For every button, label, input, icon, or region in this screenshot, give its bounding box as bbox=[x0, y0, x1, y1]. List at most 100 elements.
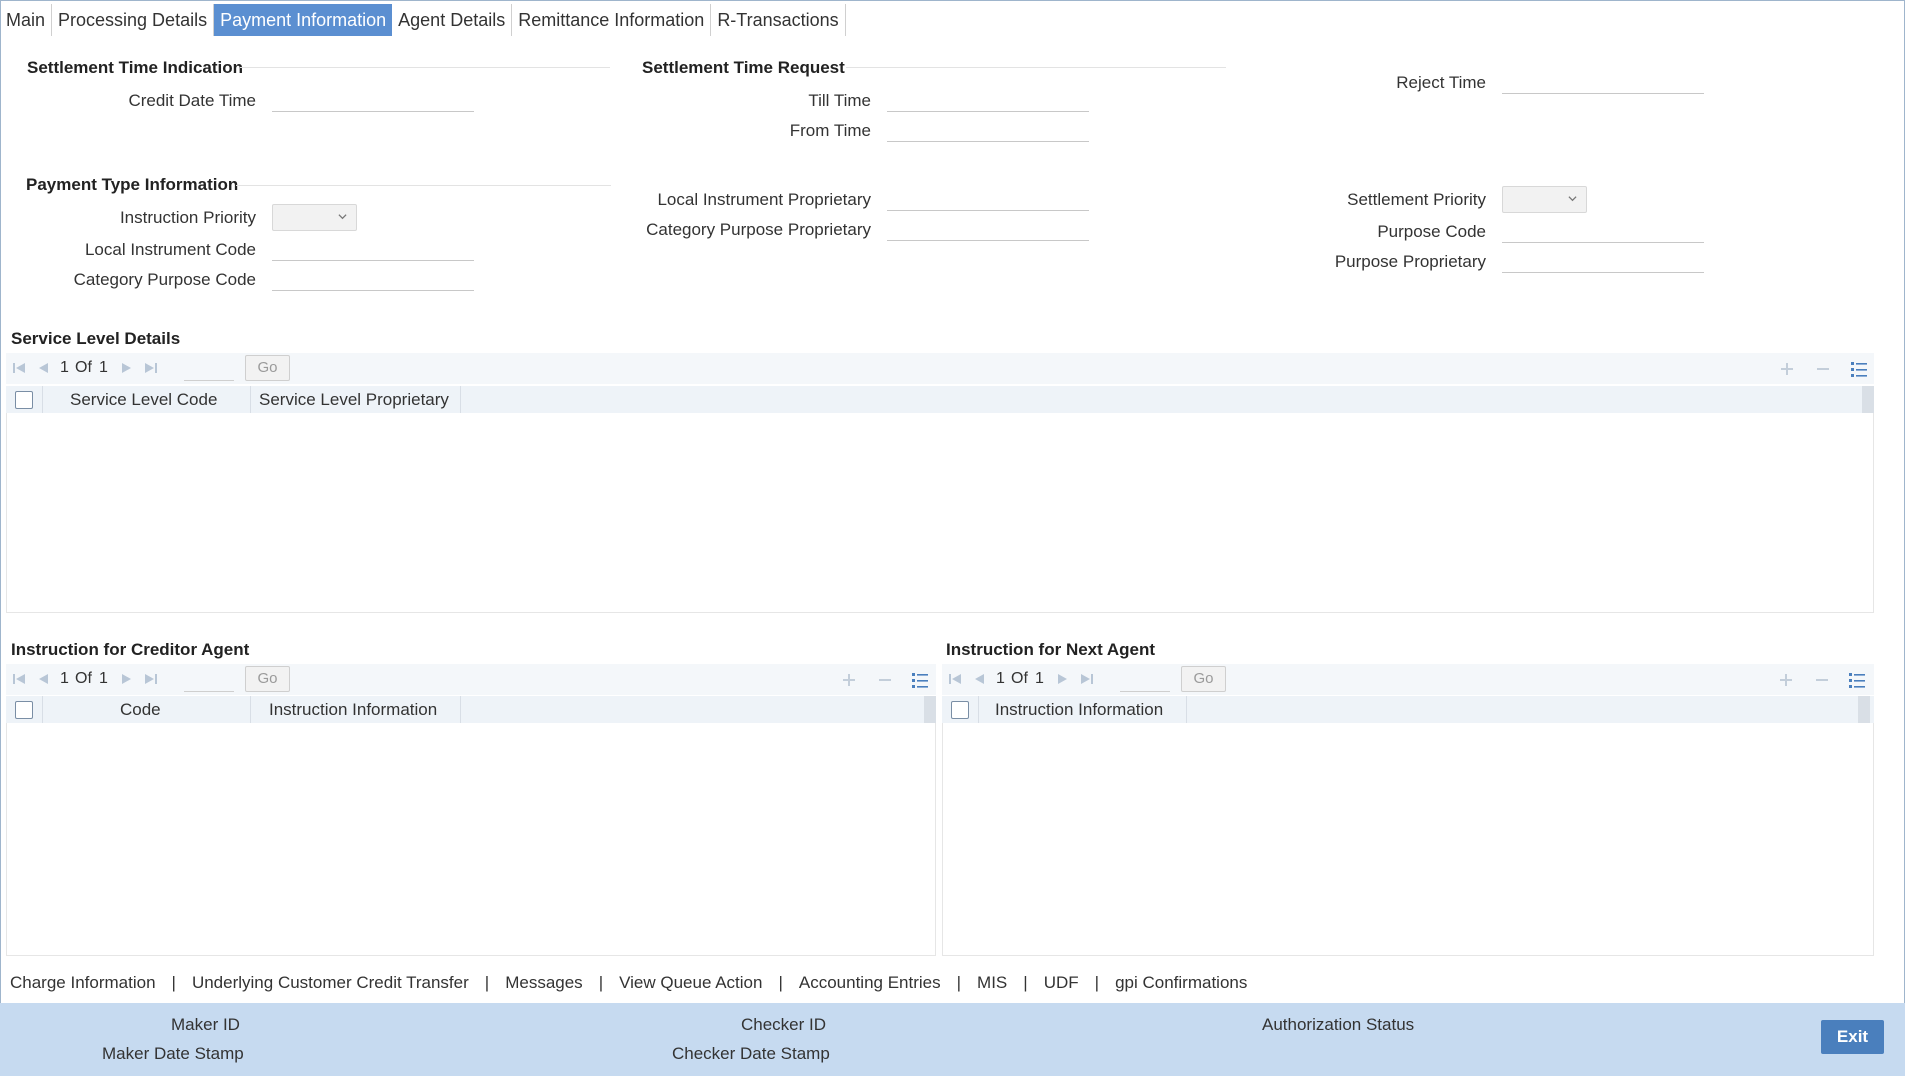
exit-button[interactable]: Exit bbox=[1821, 1020, 1884, 1054]
local-instrument-code-field[interactable] bbox=[272, 237, 474, 261]
link-messages[interactable]: Messages bbox=[505, 973, 582, 993]
category-purpose-code-field[interactable] bbox=[272, 267, 474, 291]
page-of: Of bbox=[1011, 670, 1028, 687]
last-page-icon[interactable] bbox=[1080, 672, 1094, 686]
reject-time-label: Reject Time bbox=[1396, 73, 1486, 92]
reject-time-field[interactable] bbox=[1502, 70, 1704, 94]
section-title-settlement-time-request: Settlement Time Request bbox=[642, 58, 845, 77]
page-number-input[interactable] bbox=[184, 356, 234, 381]
scrollbar[interactable] bbox=[924, 696, 936, 723]
tab-processing-details[interactable]: Processing Details bbox=[52, 4, 215, 36]
link-gpi-confirmations[interactable]: gpi Confirmations bbox=[1115, 973, 1247, 993]
section-divider bbox=[240, 67, 610, 68]
instruction-priority-select[interactable] bbox=[272, 204, 357, 231]
scrollbar[interactable] bbox=[1862, 386, 1874, 413]
checker-id-label: Checker ID bbox=[741, 1015, 827, 1034]
settlement-priority-select[interactable] bbox=[1502, 186, 1587, 213]
link-udf[interactable]: UDF bbox=[1044, 973, 1079, 993]
column-header-instruction-information[interactable]: Instruction Information bbox=[995, 696, 1163, 723]
column-separator bbox=[460, 696, 461, 723]
service-level-grid-header: Service Level Code Service Level Proprie… bbox=[6, 386, 1874, 413]
link-separator: | bbox=[1023, 973, 1028, 992]
link-mis[interactable]: MIS bbox=[977, 973, 1007, 993]
till-time-field[interactable] bbox=[887, 88, 1089, 112]
local-instrument-proprietary-field[interactable] bbox=[887, 187, 1089, 211]
column-header-service-level-code[interactable]: Service Level Code bbox=[70, 386, 217, 413]
maker-id-label: Maker ID bbox=[171, 1015, 240, 1034]
section-divider bbox=[236, 185, 611, 186]
go-button[interactable]: Go bbox=[245, 666, 290, 692]
delete-row-icon[interactable] bbox=[1814, 360, 1832, 378]
select-all-checkbox[interactable] bbox=[15, 391, 33, 409]
delete-row-icon[interactable] bbox=[1813, 671, 1831, 689]
next-agent-grid-header: Instruction Information bbox=[942, 696, 1874, 723]
previous-page-icon[interactable] bbox=[36, 672, 50, 686]
go-button[interactable]: Go bbox=[1181, 666, 1226, 692]
category-purpose-code-label: Category Purpose Code bbox=[73, 270, 256, 289]
tab-remittance-information[interactable]: Remittance Information bbox=[512, 4, 712, 36]
next-page-icon[interactable] bbox=[120, 672, 134, 686]
next-page-icon[interactable] bbox=[120, 361, 134, 375]
checker-date-stamp-label: Checker Date Stamp bbox=[672, 1044, 830, 1063]
creditor-agent-grid-header: Code Instruction Information bbox=[6, 696, 936, 723]
from-time-label: From Time bbox=[789, 121, 871, 140]
last-page-icon[interactable] bbox=[144, 672, 158, 686]
column-header-instruction-information[interactable]: Instruction Information bbox=[269, 696, 437, 723]
category-purpose-proprietary-label: Category Purpose Proprietary bbox=[646, 220, 871, 239]
previous-page-icon[interactable] bbox=[36, 361, 50, 375]
link-accounting-entries[interactable]: Accounting Entries bbox=[799, 973, 941, 993]
section-title-settlement-time-indication: Settlement Time Indication bbox=[27, 58, 244, 77]
page-total: 1 bbox=[1035, 670, 1044, 687]
tab-payment-information[interactable]: Payment Information bbox=[214, 4, 393, 36]
page-current: 1 bbox=[60, 359, 69, 376]
scrollbar[interactable] bbox=[1858, 696, 1870, 723]
page-of: Of bbox=[75, 670, 92, 687]
first-page-icon[interactable] bbox=[948, 672, 962, 686]
purpose-proprietary-label: Purpose Proprietary bbox=[1334, 252, 1486, 271]
category-purpose-proprietary-field[interactable] bbox=[887, 217, 1089, 241]
footer-links: Charge Information | Underlying Customer… bbox=[10, 972, 1247, 994]
section-title-payment-type-information: Payment Type Information bbox=[26, 175, 239, 194]
column-separator bbox=[460, 386, 461, 413]
link-view-queue-action[interactable]: View Queue Action bbox=[619, 973, 762, 993]
credit-date-time-field[interactable] bbox=[272, 88, 474, 112]
from-time-field[interactable] bbox=[887, 118, 1089, 142]
first-page-icon[interactable] bbox=[12, 672, 26, 686]
till-time-label: Till Time bbox=[808, 91, 871, 110]
column-header-service-level-proprietary[interactable]: Service Level Proprietary bbox=[259, 386, 449, 413]
section-title-next-agent: Instruction for Next Agent bbox=[946, 640, 1156, 659]
column-separator bbox=[42, 696, 43, 723]
delete-row-icon[interactable] bbox=[876, 671, 894, 689]
last-page-icon[interactable] bbox=[144, 361, 158, 375]
select-all-checkbox[interactable] bbox=[15, 701, 33, 719]
chevron-down-icon bbox=[338, 214, 347, 220]
column-separator bbox=[978, 696, 979, 723]
single-view-list-icon[interactable] bbox=[1848, 671, 1866, 689]
link-separator: | bbox=[598, 973, 604, 992]
previous-page-icon[interactable] bbox=[972, 672, 986, 686]
go-button[interactable]: Go bbox=[245, 355, 290, 381]
single-view-list-icon[interactable] bbox=[1850, 360, 1868, 378]
column-header-code[interactable]: Code bbox=[120, 696, 161, 723]
add-row-icon[interactable] bbox=[1777, 671, 1795, 689]
next-page-icon[interactable] bbox=[1056, 672, 1070, 686]
link-separator: | bbox=[778, 973, 783, 992]
local-instrument-proprietary-label: Local Instrument Proprietary bbox=[657, 190, 871, 209]
select-all-checkbox[interactable] bbox=[951, 701, 969, 719]
add-row-icon[interactable] bbox=[1778, 360, 1796, 378]
single-view-list-icon[interactable] bbox=[911, 671, 929, 689]
link-separator: | bbox=[956, 973, 962, 992]
first-page-icon[interactable] bbox=[12, 361, 26, 375]
purpose-proprietary-field[interactable] bbox=[1502, 249, 1704, 273]
page-number-input[interactable] bbox=[1120, 667, 1170, 692]
add-row-icon[interactable] bbox=[840, 671, 858, 689]
purpose-code-field[interactable] bbox=[1502, 219, 1704, 243]
link-charge-information[interactable]: Charge Information bbox=[10, 973, 156, 993]
tab-agent-details[interactable]: Agent Details bbox=[392, 4, 513, 36]
tab-r-transactions[interactable]: R-Transactions bbox=[711, 4, 846, 36]
section-divider bbox=[846, 67, 1226, 68]
page-number-input[interactable] bbox=[184, 667, 234, 692]
next-agent-grid-toolbar: 1 Of 1 Go bbox=[942, 664, 1874, 695]
tab-main[interactable]: Main bbox=[0, 4, 53, 36]
link-underlying-customer-credit-transfer[interactable]: Underlying Customer Credit Transfer bbox=[192, 973, 469, 993]
